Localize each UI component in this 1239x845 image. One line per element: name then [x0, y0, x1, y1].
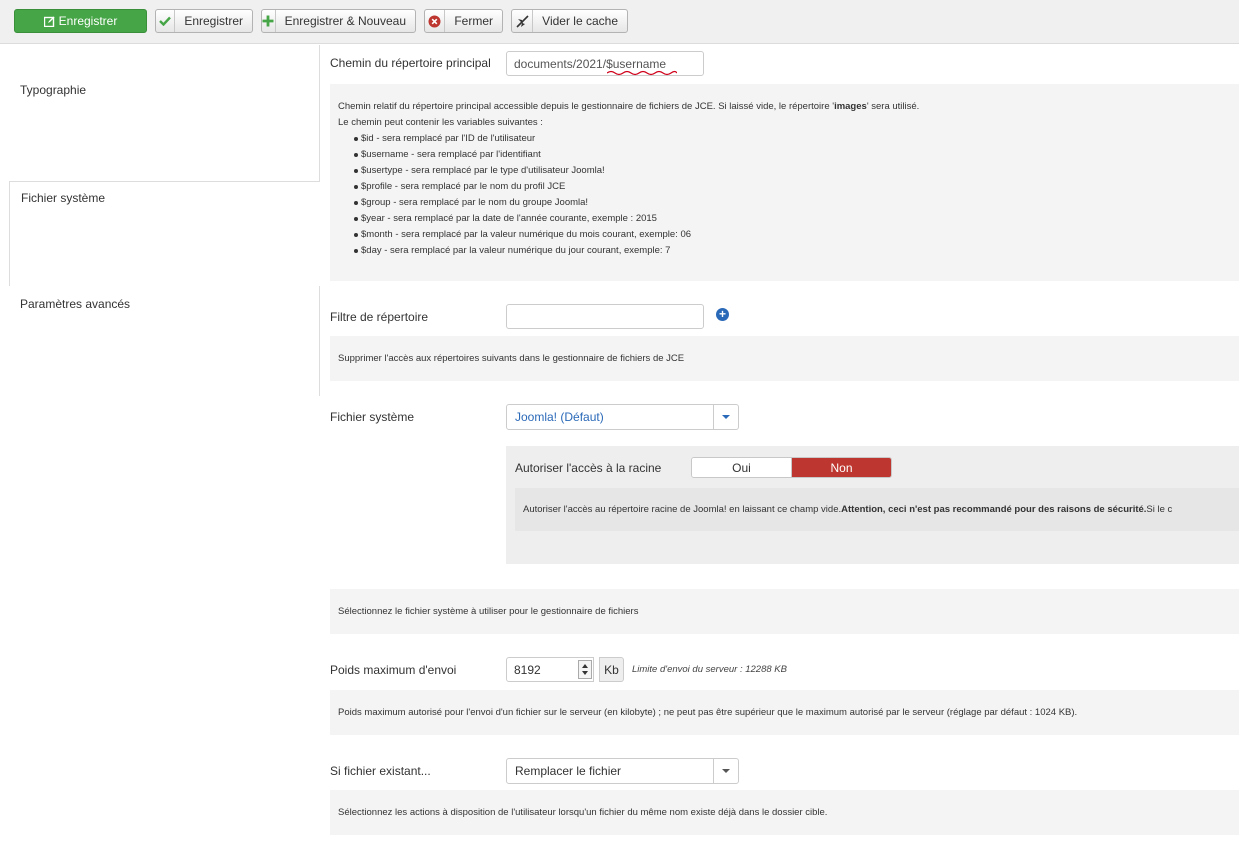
max-upload-value: 8192 [514, 662, 541, 677]
clear-cache-label: Vider le cache [542, 14, 618, 28]
tab-advanced-label: Paramètres avancés [20, 297, 131, 311]
save-button[interactable]: Enregistrer [155, 9, 253, 33]
max-upload-unit: Kb [599, 657, 624, 682]
root-dir-label: Chemin du répertoire principal [330, 56, 491, 70]
if-exists-desc-text: Sélectionnez les actions à disposition d… [338, 807, 828, 818]
if-exists-selected: Remplacer le fichier [515, 764, 622, 778]
root-dir-desc-line1: Chemin relatif du répertoire principal a… [338, 101, 920, 112]
dir-filter-input[interactable] [506, 304, 704, 329]
if-exists-select[interactable]: Remplacer le fichier [506, 758, 739, 784]
save-primary-label: Enregistrer [58, 14, 118, 28]
filesystem-label: Fichier système [330, 410, 415, 424]
tab-advanced[interactable]: Paramètres avancés [9, 286, 320, 396]
clear-cache-button[interactable]: Vider le cache [511, 9, 628, 33]
max-upload-spinner[interactable] [578, 660, 592, 679]
broom-icon [512, 10, 534, 32]
filesystem-select[interactable]: Joomla! (Défaut) [506, 404, 739, 430]
root-access-no-button[interactable]: Non [792, 458, 891, 477]
tab-filesystem-label: Fichier système [21, 191, 106, 205]
add-filter-icon[interactable]: + [716, 308, 729, 321]
list-item: $usertype - sera remplacé par le type d'… [354, 163, 1231, 179]
list-item: $username - sera remplacé par l'identifi… [354, 147, 1231, 163]
root-access-description: Autoriser l'accès au répertoire racine d… [515, 488, 1239, 531]
if-exists-label: Si fichier existant... [330, 764, 431, 778]
filesystem-description: Sélectionnez le fichier système à utilis… [330, 589, 1239, 634]
dir-filter-desc-text: Supprimer l'accès aux répertoires suivan… [338, 353, 685, 364]
variables-list: $id - sera remplacé par l'ID de l'utilis… [338, 131, 1231, 259]
list-item: $group - sera remplacé par le nom du gro… [354, 195, 1231, 211]
tab-filesystem[interactable]: Fichier système [9, 181, 320, 287]
cancel-icon [425, 10, 446, 32]
root-dir-desc-line2: Le chemin peut contenir les variables su… [338, 117, 543, 128]
dir-filter-label: Filtre de répertoire [330, 310, 429, 324]
root-access-yes-button[interactable]: Oui [692, 458, 792, 477]
list-item: $profile - sera remplacé par le nom du p… [354, 179, 1231, 195]
close-label: Fermer [454, 14, 493, 28]
dir-filter-description: Supprimer l'accès aux répertoires suivan… [330, 336, 1239, 381]
root-access-toggle[interactable]: Oui Non [691, 457, 892, 478]
max-upload-desc-text: Poids maximum autorisé pour l'envoi d'un… [338, 707, 1078, 718]
if-exists-description: Sélectionnez les actions à disposition d… [330, 790, 1239, 835]
filesystem-selected: Joomla! (Défaut) [515, 410, 604, 424]
max-upload-label: Poids maximum d'envoi [330, 663, 457, 677]
tab-typography-label: Typographie [20, 83, 87, 97]
spellcheck-underline [607, 70, 677, 76]
upload-limit-note: Limite d'envoi du serveur : 12288 KB [632, 664, 787, 675]
save-primary-button[interactable]: Enregistrer [14, 9, 147, 33]
root-dir-description: Chemin relatif du répertoire principal a… [330, 84, 1239, 281]
close-button[interactable]: Fermer [424, 9, 503, 33]
chevron-down-icon [713, 759, 738, 783]
toolbar: Enregistrer Enregistrer Enregistrer & No… [0, 0, 1239, 44]
tab-typography[interactable]: Typographie [9, 45, 320, 182]
plus-icon [262, 10, 276, 32]
save-new-button[interactable]: Enregistrer & Nouveau [261, 9, 416, 33]
filesystem-desc-text: Sélectionnez le fichier système à utilis… [338, 606, 639, 617]
list-item: $month - sera remplacé par la valeur num… [354, 227, 1231, 243]
save-new-label: Enregistrer & Nouveau [284, 14, 406, 28]
save-label: Enregistrer [184, 14, 243, 28]
check-icon [156, 10, 176, 32]
chevron-down-icon [713, 405, 738, 429]
list-item: $year - sera remplacé par la date de l'a… [354, 211, 1231, 227]
root-dir-value: documents/2021/$username [514, 56, 667, 71]
list-item: $day - sera remplacé par la valeur numér… [354, 243, 1231, 259]
edit-icon [43, 16, 55, 27]
max-upload-description: Poids maximum autorisé pour l'envoi d'un… [330, 690, 1239, 735]
list-item: $id - sera remplacé par l'ID de l'utilis… [354, 131, 1231, 147]
root-access-label: Autoriser l'accès à la racine [515, 461, 662, 475]
